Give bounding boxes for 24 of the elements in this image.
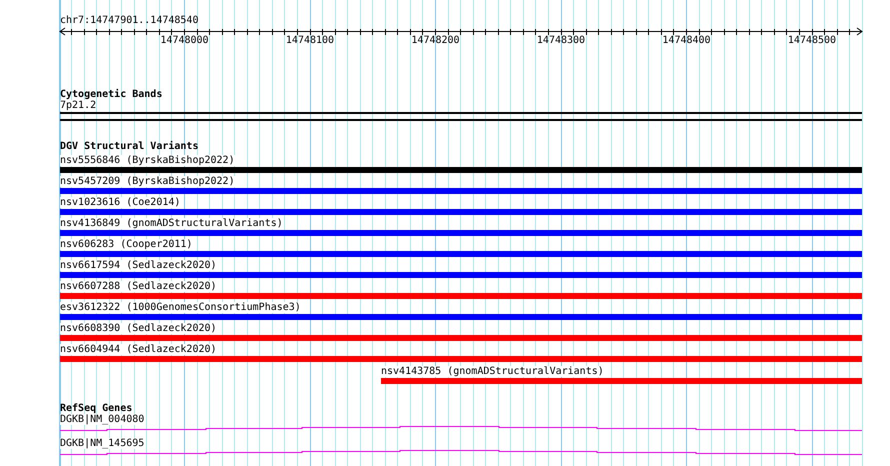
track-title: Cytogenetic Bands <box>60 89 162 100</box>
feature-label: nsv6604944 (Sedlazeck2020) <box>60 344 217 355</box>
feature-label: nsv4143785 (gnomADStructuralVariants) <box>381 366 604 377</box>
feature-label: nsv606283 (Cooper2011) <box>60 239 192 250</box>
feature-label: nsv5457209 (ByrskaBishop2022) <box>60 176 235 187</box>
gene-label: DGKB|NM_145695 <box>60 438 144 449</box>
track-title: DGV Structural Variants <box>60 141 198 152</box>
feature-label: nsv6608390 (Sedlazeck2020) <box>60 323 217 334</box>
gene-label: DGKB|NM_004080 <box>60 414 144 425</box>
tick-label: 14748000 <box>160 35 209 46</box>
tick-label: 14748400 <box>662 35 711 46</box>
feature-label: nsv4136849 (gnomADStructuralVariants) <box>60 218 283 229</box>
feature-label: nsv1023616 (Coe2014) <box>60 197 180 208</box>
feature-label: nsv6617594 (Sedlazeck2020) <box>60 260 217 271</box>
band-label: 7p21.2 <box>60 100 96 111</box>
feature-label: nsv6607288 (Sedlazeck2020) <box>60 281 217 292</box>
track-title: RefSeq Genes <box>60 403 132 414</box>
feature-label: nsv5556846 (ByrskaBishop2022) <box>60 155 235 166</box>
tick-label: 14748200 <box>411 35 460 46</box>
tick-label: 14748300 <box>536 35 586 46</box>
feature-label: esv3612322 (1000GenomesConsortiumPhase3) <box>60 302 301 313</box>
tick-label: 14748500 <box>788 35 836 46</box>
location-label: chr7:14747901..14748540 <box>60 15 198 26</box>
tick-label: 14748100 <box>286 35 334 46</box>
